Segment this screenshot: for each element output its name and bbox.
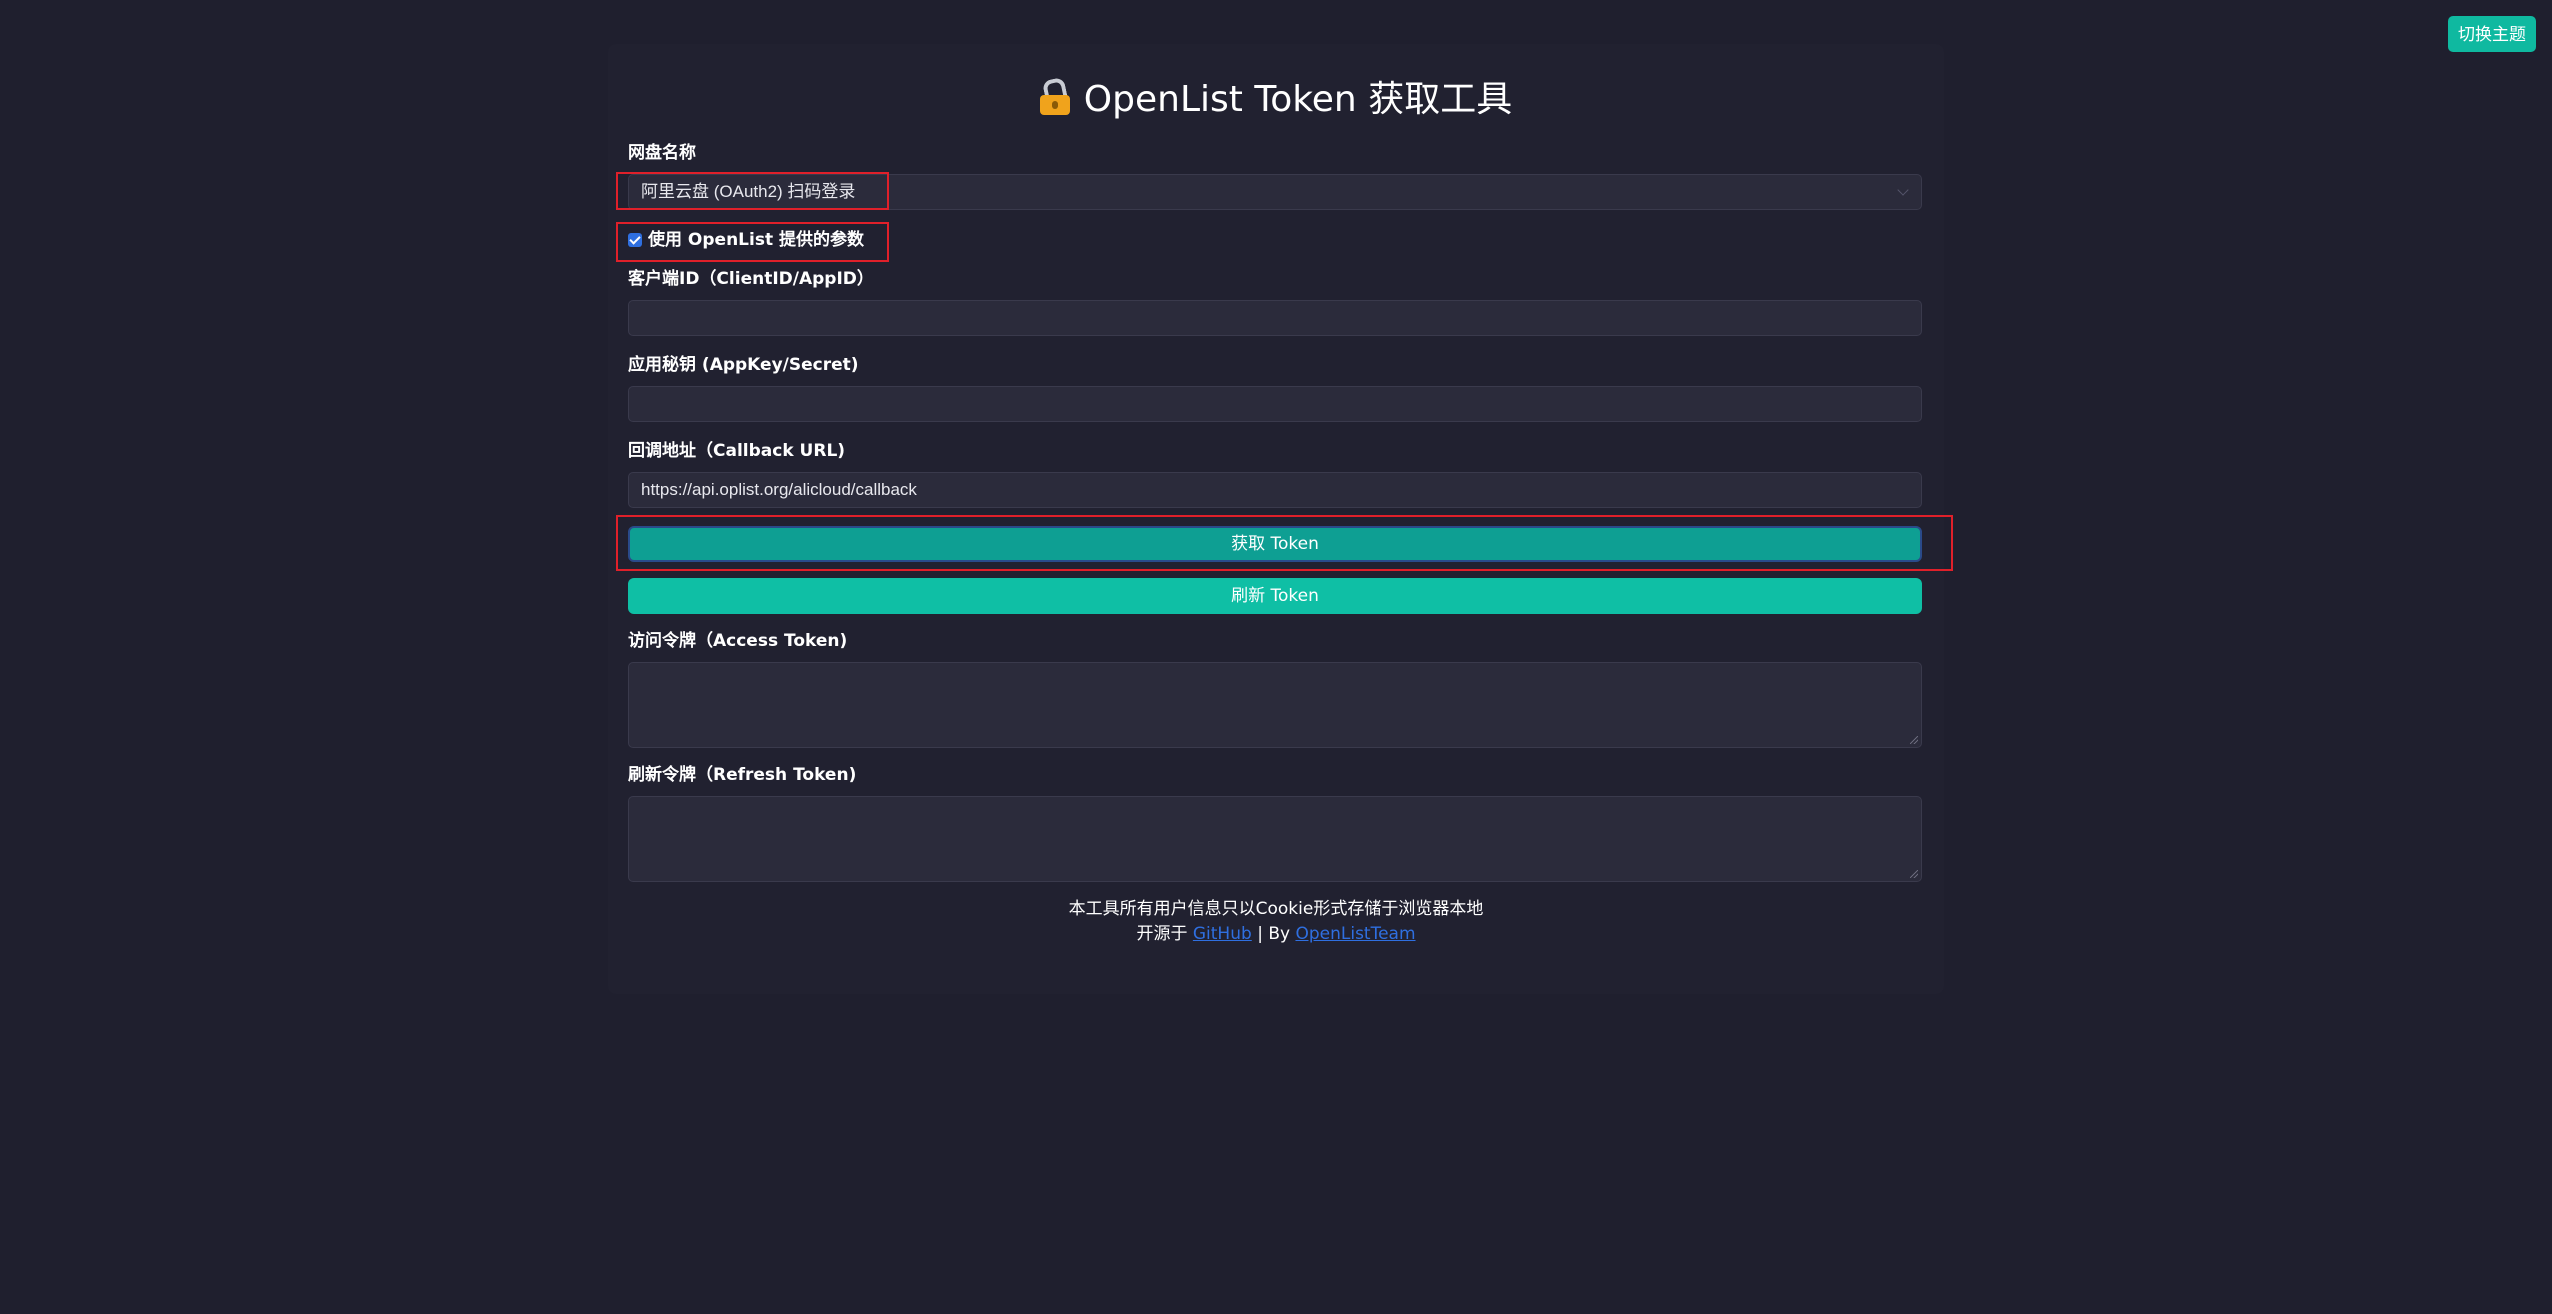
toggle-theme-button[interactable]: 切换主题 <box>2448 16 2536 52</box>
footer-credits: 开源于 GitHub | By OpenListTeam <box>0 922 2552 946</box>
access-token-textarea[interactable] <box>628 662 1922 748</box>
client-id-label: 客户端ID（ClientID/AppID） <box>628 269 874 289</box>
open-source-prefix: 开源于 <box>1136 924 1188 944</box>
use-openlist-params-checkbox[interactable] <box>628 233 642 247</box>
secret-input[interactable] <box>628 386 1922 422</box>
client-id-input[interactable] <box>628 300 1922 336</box>
refresh-token-label: 刷新令牌（Refresh Token) <box>628 765 857 785</box>
refresh-token-button[interactable]: 刷新 Token <box>628 578 1922 614</box>
callback-url-input[interactable]: https://api.oplist.org/alicloud/callback <box>628 472 1922 508</box>
access-token-label: 访问令牌（Access Token) <box>628 631 848 651</box>
callback-url-label: 回调地址（Callback URL) <box>628 441 846 461</box>
drive-select-value: 阿里云盘 (OAuth2) 扫码登录 <box>641 182 856 201</box>
resize-handle-icon[interactable] <box>1910 870 1918 878</box>
use-openlist-params-label: 使用 OpenList 提供的参数 <box>648 230 864 250</box>
storage-notice: 本工具所有用户信息只以Cookie形式存储于浏览器本地 <box>1068 899 1484 919</box>
chevron-down-icon <box>1897 184 1909 196</box>
drive-name-label: 网盘名称 <box>628 143 696 163</box>
drive-select[interactable]: 阿里云盘 (OAuth2) 扫码登录 <box>628 174 1922 210</box>
page-title: OpenList Token 获取工具 <box>0 72 2552 128</box>
openlist-team-link[interactable]: OpenListTeam <box>1295 924 1415 944</box>
refresh-token-textarea[interactable] <box>628 796 1922 882</box>
get-token-button[interactable]: 获取 Token <box>628 526 1922 562</box>
lock-icon <box>1039 76 1070 115</box>
resize-handle-icon[interactable] <box>1910 736 1918 744</box>
credits-separator: | By <box>1257 924 1291 944</box>
github-link[interactable]: GitHub <box>1193 924 1252 944</box>
secret-label: 应用秘钥 (AppKey/Secret) <box>628 355 859 375</box>
use-openlist-params-row[interactable]: 使用 OpenList 提供的参数 <box>628 228 864 252</box>
page-title-text: OpenList Token 获取工具 <box>1083 79 1513 120</box>
